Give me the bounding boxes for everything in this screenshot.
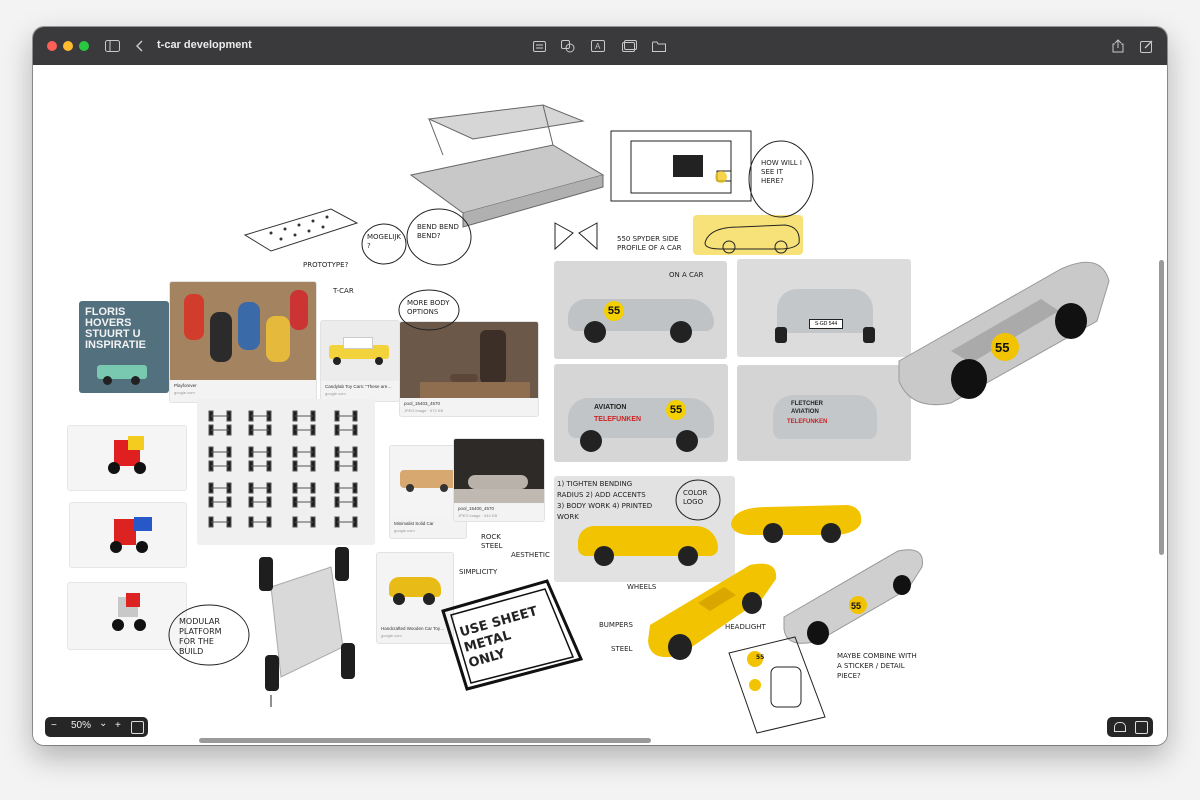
- note-how-will: HOW WILL I SEE IT HERE?: [761, 159, 802, 185]
- sticker-number: 55: [756, 654, 765, 661]
- right-controls: [1107, 717, 1153, 737]
- pool-image-card-2[interactable]: pool_15400_4570 JPEG image · 544 KB: [453, 438, 545, 522]
- close-button[interactable]: [47, 41, 57, 51]
- porsche-front-quarter-photo[interactable]: AVIATION TELEFUNKEN 55: [554, 364, 728, 462]
- floris-poster-image[interactable]: FLORIS HOVERS STUURT U INSPIRATIE: [79, 301, 169, 393]
- chassis-render[interactable]: [251, 547, 361, 707]
- svg-text:A: A: [595, 42, 601, 51]
- text-box-icon[interactable]: A: [589, 37, 607, 55]
- note-side-profile: 550 SPYDER SIDE PROFILE OF A CAR: [617, 235, 682, 252]
- card-title: Handcrafted Wooden Car Toy…: [381, 626, 445, 631]
- pool-image-card-1[interactable]: pool_15403_4570 JPEG image · 572 KB: [399, 321, 539, 417]
- folder-icon[interactable]: [650, 37, 668, 55]
- playforever-card[interactable]: Playforever google.com: [169, 281, 317, 403]
- zoom-level[interactable]: 50%: [71, 720, 91, 731]
- pool-image-2: [454, 439, 544, 503]
- note-maybe: MAYBE COMBINE WITH A STICKER / DETAIL PI…: [837, 652, 917, 680]
- sponsor-text: TELEFUNKEN: [787, 419, 828, 425]
- app-window: t-car development A FLORIS HOVERS STUURT…: [33, 27, 1167, 745]
- candylab-image: [321, 321, 399, 381]
- note-rock-steel: ROCK STEEL: [481, 533, 503, 550]
- note-mogelijk: MOGELIJK ?: [367, 233, 402, 250]
- axle-grid-image[interactable]: [197, 399, 375, 545]
- race-number: 55: [995, 340, 1009, 355]
- bow-sketch: [554, 222, 598, 251]
- sponsor-text: AVIATION: [791, 409, 819, 415]
- note-bumpers: BUMPERS: [599, 621, 633, 629]
- note-steel: STEEL: [611, 645, 633, 653]
- silver-car-render[interactable]: 55: [891, 251, 1115, 411]
- compose-icon[interactable]: [1137, 37, 1155, 55]
- porsche-front-photo[interactable]: FLETCHER AVIATION TELEFUNKEN: [737, 365, 911, 461]
- race-number: 55: [666, 400, 686, 420]
- pool-image-1: [400, 322, 538, 398]
- zoom-control: − 50% ⌄ +: [45, 717, 148, 737]
- note-simplicity: SIMPLICITY: [459, 568, 498, 576]
- race-number: 55: [604, 301, 624, 321]
- back-icon[interactable]: [131, 37, 149, 55]
- car-outline-sketch: [704, 224, 800, 254]
- note-more-body: MORE BODY OPTIONS: [407, 299, 450, 316]
- note-bend: BEND BEND BEND?: [417, 223, 459, 240]
- sponsor-text: FLETCHER: [791, 401, 823, 407]
- playforever-image: [170, 282, 316, 380]
- block-car-image-2[interactable]: [69, 502, 187, 568]
- block-car-image-1[interactable]: [67, 425, 187, 491]
- pointer-mode-icon[interactable]: [1114, 722, 1126, 732]
- card-source: google.com: [174, 390, 195, 395]
- sticker-sheet-sketch: [728, 636, 826, 734]
- sponsor-text: AVIATION: [594, 404, 627, 411]
- note-modular: MODULAR PLATFORM FOR THE BUILD: [179, 617, 222, 656]
- zoom-in-button[interactable]: +: [115, 720, 121, 731]
- race-number: 55: [851, 601, 861, 611]
- note-on-a-car: ON A CAR: [669, 271, 704, 279]
- note-list: 1) TIGHTEN BENDING RADIUS 2) ADD ACCENTS…: [557, 480, 653, 521]
- card-source: google.com: [325, 391, 346, 396]
- minimize-button[interactable]: [63, 41, 73, 51]
- share-icon[interactable]: [1109, 37, 1127, 55]
- card-source: google.com: [394, 528, 415, 533]
- wheel: [103, 376, 112, 385]
- sidebar-icon[interactable]: [103, 37, 121, 55]
- note-wheels: WHEELS: [627, 583, 657, 591]
- zoom-button[interactable]: [79, 41, 89, 51]
- note-prototype: PROTOTYPE?: [303, 261, 349, 269]
- board-canvas[interactable]: FLORIS HOVERS STUURT U INSPIRATIE Playfo…: [33, 65, 1167, 745]
- shapes-icon[interactable]: [559, 37, 577, 55]
- card-source: JPEG image · 572 KB: [404, 408, 444, 413]
- room-sketch: [610, 130, 752, 202]
- porsche-rear-photo[interactable]: S-GD 544: [737, 259, 911, 357]
- vertical-scrollbar[interactable]: [1159, 260, 1164, 555]
- note-aesthetic: AESTHETIC: [511, 551, 550, 559]
- wheel: [131, 376, 140, 385]
- card-title: Minimalist Solid Car: [394, 521, 434, 526]
- zoom-menu-chevron-icon[interactable]: ⌄: [99, 718, 107, 729]
- note-icon[interactable]: [530, 37, 548, 55]
- card-source: JPEG image · 544 KB: [458, 513, 498, 518]
- poster-line: INSPIRATIE: [85, 339, 146, 351]
- note-color-logo: COLOR LOGO: [683, 489, 708, 506]
- card-title: pool_15403_4570: [404, 401, 441, 406]
- card-title: pool_15400_4570: [458, 506, 495, 511]
- window-title: t-car development: [157, 39, 252, 51]
- plate-sketch: [243, 208, 359, 252]
- note-tcar: T-CAR: [333, 287, 354, 295]
- candylab-card[interactable]: Candylab Toy Cars: "These are… google.co…: [320, 320, 400, 402]
- license-plate: S-GD 544: [809, 319, 843, 329]
- horizontal-scrollbar[interactable]: [199, 738, 651, 743]
- title-bar: t-car development A: [33, 27, 1167, 66]
- media-icon[interactable]: [620, 37, 638, 55]
- card-source: google.com: [381, 633, 402, 638]
- zoom-out-button[interactable]: −: [51, 720, 57, 731]
- note-headlight: HEADLIGHT: [725, 623, 766, 631]
- card-title: Candylab Toy Cars: "These are…: [325, 384, 392, 389]
- card-title: Playforever: [174, 383, 197, 388]
- minimap-icon[interactable]: [1135, 721, 1148, 734]
- yellow-car-render-side[interactable]: [727, 499, 867, 545]
- fit-view-icon[interactable]: [131, 721, 144, 734]
- sponsor-text: TELEFUNKEN: [594, 416, 642, 423]
